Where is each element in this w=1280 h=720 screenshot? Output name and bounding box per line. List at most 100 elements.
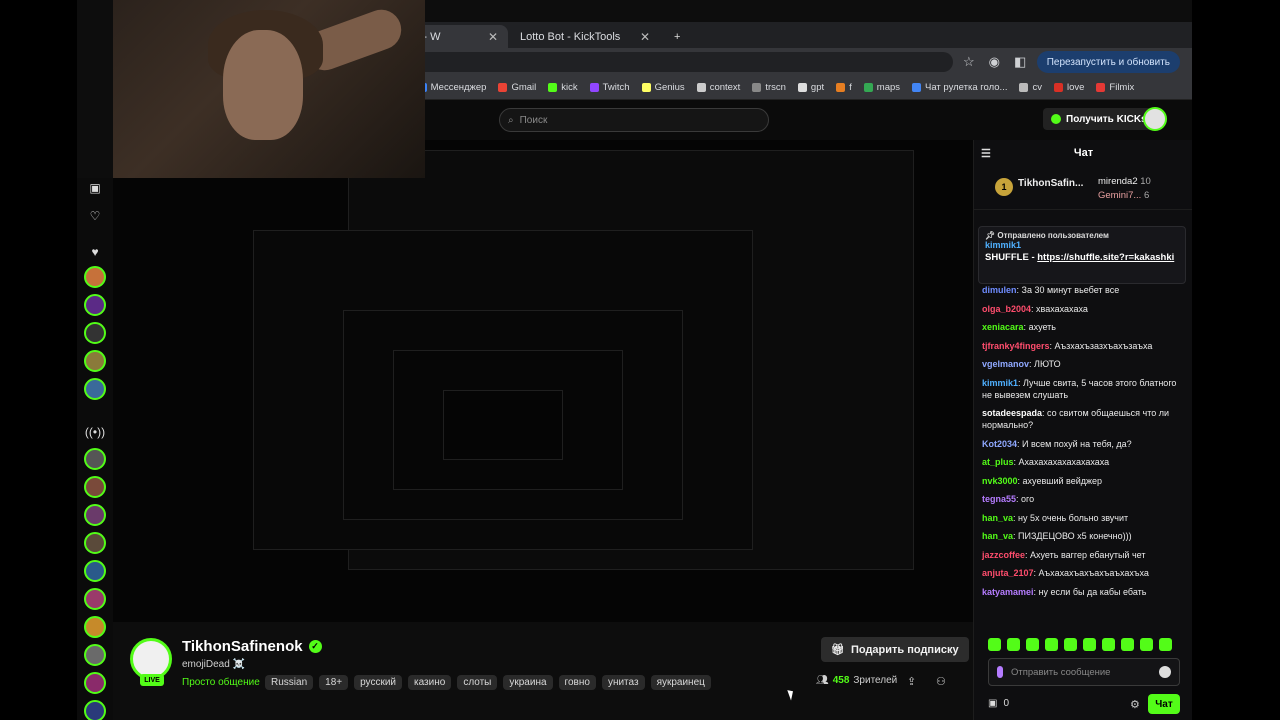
get-kicks-button[interactable]: Получить KICKs — [1043, 108, 1155, 130]
chat-username[interactable]: tjfranky4fingers — [982, 341, 1050, 351]
bookmark[interactable]: cv — [1019, 82, 1042, 93]
tag[interactable]: казино — [408, 675, 452, 690]
sidebar-channel-avatar[interactable] — [84, 700, 106, 720]
sidebar-channel-avatar[interactable] — [84, 350, 106, 372]
bookmark[interactable]: Мессенджер — [417, 82, 486, 93]
sidebar-channel-avatar[interactable] — [84, 644, 106, 666]
chat-message: jazzcoffee: Ахуеть ваггер ебанутый чет — [982, 549, 1146, 560]
sidebar-channel-avatar[interactable] — [84, 560, 106, 582]
sidebar-channel-avatar[interactable] — [84, 672, 106, 694]
chat-username[interactable]: dimulen — [982, 285, 1017, 295]
bookmark[interactable]: trscn — [752, 82, 786, 93]
bookmark[interactable]: Genius — [641, 82, 685, 93]
chat-username[interactable]: katyamamei — [982, 587, 1034, 597]
tag[interactable]: унитаз — [601, 675, 645, 690]
tag[interactable]: украина — [503, 675, 553, 690]
tag[interactable]: 18+ — [319, 675, 349, 690]
sidebar-channel-avatar[interactable] — [84, 448, 106, 470]
gift-subscription-button[interactable]: 🎁︎ Подарить подписку — [821, 637, 969, 662]
share-icon[interactable]: ⇪ — [907, 675, 916, 688]
bookmark[interactable]: maps — [863, 82, 900, 93]
category-link[interactable]: Просто общение — [182, 677, 260, 688]
bookmark[interactable]: f — [836, 82, 852, 93]
emote[interactable] — [988, 638, 1001, 651]
heart-icon[interactable]: ♥ — [85, 242, 105, 262]
pinned-user[interactable]: kimmik1 — [985, 240, 1179, 250]
bookmark[interactable]: Filmix — [1096, 82, 1134, 93]
chat-username[interactable]: Kot2034 — [982, 439, 1017, 449]
chat-username[interactable]: kimmik1 — [982, 378, 1018, 388]
sidebar-channel-avatar[interactable] — [84, 504, 106, 526]
star-icon[interactable]: ☆ — [963, 54, 975, 73]
user-avatar[interactable] — [1143, 107, 1167, 131]
microphone-icon[interactable] — [997, 666, 1003, 678]
sidebar-channel-avatar[interactable] — [84, 266, 106, 288]
sidebar-channel-avatar[interactable] — [84, 378, 106, 400]
chat-username[interactable]: han_va — [982, 513, 1013, 523]
chat-username[interactable]: tegna55 — [982, 494, 1016, 504]
bookmark[interactable]: kick — [548, 82, 578, 93]
tag[interactable]: слоты — [457, 675, 498, 690]
live-broadcast-icon[interactable]: ((•)) — [85, 422, 105, 442]
bookmark[interactable]: context — [696, 82, 740, 93]
sidebar-channel-avatar[interactable] — [84, 322, 106, 344]
emote[interactable] — [1102, 638, 1115, 651]
chat-username[interactable]: vgelmanov — [982, 359, 1029, 369]
bookmark[interactable]: Чат рулетка голо... — [912, 82, 1007, 93]
search-input[interactable]: ⌕ Поиск — [499, 108, 769, 132]
chat-username[interactable]: jazzcoffee — [982, 550, 1025, 560]
emote[interactable] — [1140, 638, 1153, 651]
leader-name[interactable]: TikhonSafin... — [1018, 178, 1083, 189]
tag[interactable]: говно — [558, 675, 596, 690]
tag[interactable]: яукраинец — [650, 675, 711, 690]
chat-username[interactable]: at_plus — [982, 457, 1014, 467]
sidebar-channel-avatar[interactable] — [84, 294, 106, 316]
relaunch-button[interactable]: Перезапустить и обновить — [1036, 51, 1180, 73]
bookmark[interactable]: Gmail — [498, 82, 536, 93]
bookmark[interactable]: love — [1053, 82, 1084, 93]
emote[interactable] — [1121, 638, 1134, 651]
heart-outline-icon[interactable]: ♡ — [85, 206, 105, 226]
emoji-icon[interactable] — [1159, 666, 1171, 678]
chat-input[interactable]: Отправить сообщение — [988, 658, 1180, 686]
browser-tab[interactable]: Lotto Bot - KickTools ✕ — [510, 25, 660, 48]
emote[interactable] — [1026, 638, 1039, 651]
chat-username[interactable]: anjuta_2107 — [982, 568, 1034, 578]
shield-icon[interactable]: ◉ — [989, 54, 1000, 73]
chat-username[interactable]: sotadeespada — [982, 408, 1042, 418]
video-player[interactable] — [113, 140, 973, 622]
bookmark[interactable]: gpt — [797, 82, 824, 93]
chat-username[interactable]: han_va — [982, 531, 1013, 541]
bookmark[interactable]: Twitch — [589, 82, 630, 93]
sidebar-channel-avatar[interactable] — [84, 588, 106, 610]
emote[interactable] — [1083, 638, 1096, 651]
sidebar-channel-avatar[interactable] — [84, 476, 106, 498]
leader-entry[interactable]: Gemini7... 6 — [1098, 190, 1149, 201]
sidebar-channel-avatar[interactable] — [84, 616, 106, 638]
emote[interactable] — [1159, 638, 1172, 651]
url-field[interactable] — [348, 52, 953, 72]
close-icon[interactable]: ✕ — [488, 30, 498, 44]
tag[interactable]: русский — [354, 675, 402, 690]
collapse-chat-icon[interactable]: ☰ — [981, 147, 991, 160]
leader-entry[interactable]: mirenda2 10 — [1098, 176, 1151, 187]
chat-username[interactable]: olga_b2004 — [982, 304, 1031, 314]
emote[interactable] — [1045, 638, 1058, 651]
pinned-link[interactable]: https://shuffle.site?r=kakashki — [1037, 252, 1174, 263]
send-chat-button[interactable]: Чат — [1148, 694, 1180, 714]
close-icon[interactable]: ✕ — [640, 30, 650, 44]
streamer-avatar[interactable]: LIVE — [130, 638, 172, 686]
extensions-icon[interactable]: ◧ — [1014, 54, 1026, 73]
streamer-name[interactable]: TikhonSafinenok ✓ — [182, 638, 322, 655]
points-counter[interactable]: ▣ 0 — [988, 698, 1009, 709]
tag[interactable]: Russian — [265, 675, 314, 690]
following-icon[interactable]: ▣ — [85, 178, 105, 198]
sidebar-channel-avatar[interactable] — [84, 532, 106, 554]
new-tab-button[interactable]: + — [664, 25, 694, 48]
chat-username[interactable]: xeniacara — [982, 322, 1024, 332]
emote[interactable] — [1064, 638, 1077, 651]
follow-icon[interactable]: ⚇ — [936, 675, 946, 688]
emote[interactable] — [1007, 638, 1020, 651]
chat-username[interactable]: nvk3000 — [982, 476, 1018, 486]
gear-icon[interactable]: ⚙ — [1130, 698, 1140, 711]
